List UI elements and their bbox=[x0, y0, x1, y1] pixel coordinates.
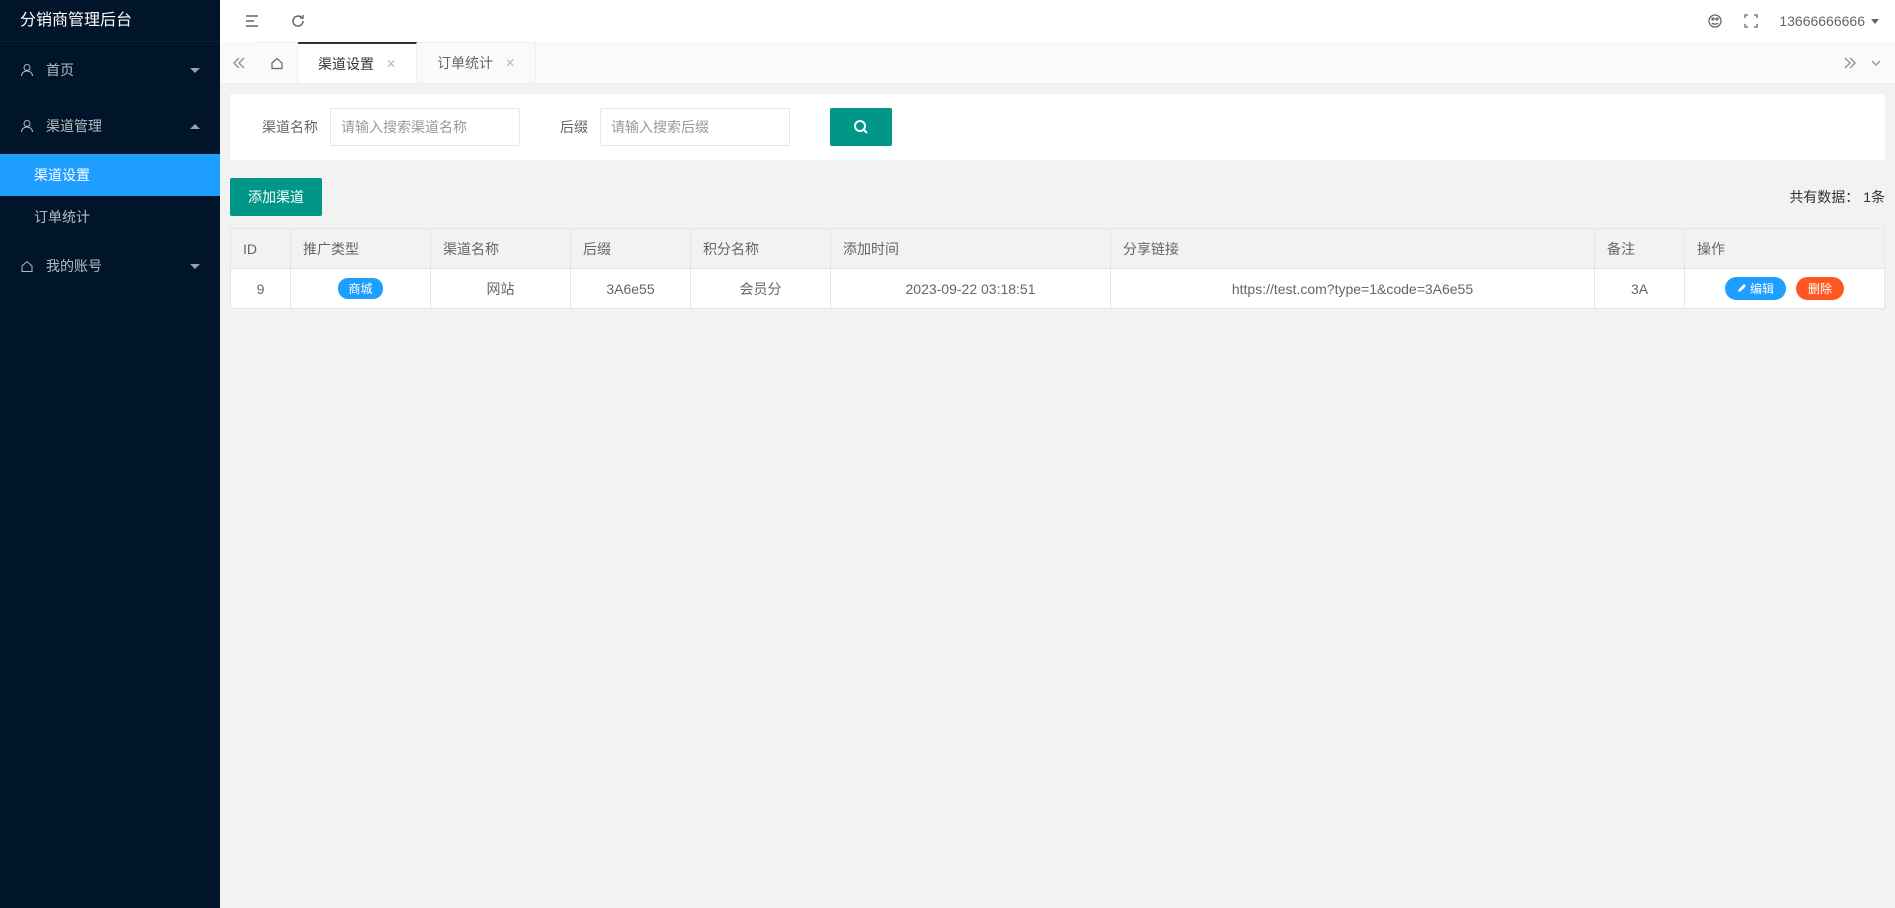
sidebar-item-label: 我的账号 bbox=[46, 256, 102, 276]
home-icon bbox=[20, 259, 34, 273]
data-count-value: 1条 bbox=[1863, 189, 1885, 205]
th-points-name: 积分名称 bbox=[691, 229, 831, 269]
tab-scroll-left-button[interactable] bbox=[230, 42, 248, 83]
cell-suffix: 3A6e55 bbox=[571, 269, 691, 309]
user-icon bbox=[20, 63, 34, 77]
cell-remark: 3A bbox=[1595, 269, 1685, 309]
data-table: ID 推广类型 渠道名称 后缀 积分名称 添加时间 分享链接 备注 操作 bbox=[230, 228, 1885, 309]
data-count-label: 共有数据： bbox=[1789, 189, 1859, 205]
delete-button[interactable]: 删除 bbox=[1796, 277, 1844, 300]
sidebar: 分销商管理后台 首页 渠道管理 渠道设置 订单统计 bbox=[0, 0, 220, 908]
chevron-up-icon bbox=[190, 124, 200, 129]
sidebar-item-label: 渠道管理 bbox=[46, 116, 102, 136]
tabs-bar: 渠道设置 ✕ 订单统计 ✕ bbox=[220, 42, 1895, 84]
tab-label: 渠道设置 bbox=[318, 54, 374, 74]
tab-close-button[interactable]: ✕ bbox=[386, 57, 396, 71]
cell-id: 9 bbox=[231, 269, 291, 309]
cell-add-time: 2023-09-22 03:18:51 bbox=[831, 269, 1111, 309]
tab-close-button[interactable]: ✕ bbox=[505, 56, 515, 70]
cell-points-name: 会员分 bbox=[691, 269, 831, 309]
collapse-sidebar-button[interactable] bbox=[236, 5, 268, 37]
sidebar-item-label: 订单统计 bbox=[34, 207, 90, 227]
tab-more-button[interactable] bbox=[1867, 42, 1885, 83]
toolbar: 添加渠道 共有数据： 1条 bbox=[230, 166, 1885, 228]
sidebar-item-order-stats[interactable]: 订单统计 bbox=[0, 196, 220, 238]
sidebar-item-my-account[interactable]: 我的账号 bbox=[0, 238, 220, 294]
table-row: 9 商城 网站 3A6e55 会员分 2023-09-22 03:18:51 h… bbox=[231, 269, 1885, 309]
search-panel: 渠道名称 后缀 bbox=[230, 94, 1885, 160]
th-id: ID bbox=[231, 229, 291, 269]
sidebar-item-label: 首页 bbox=[46, 60, 74, 80]
tab-channel-settings[interactable]: 渠道设置 ✕ bbox=[298, 42, 417, 83]
edit-button[interactable]: 编辑 bbox=[1725, 277, 1786, 300]
user-menu-button[interactable]: 13666666666 bbox=[1779, 13, 1879, 29]
cell-channel-name: 网站 bbox=[431, 269, 571, 309]
label-suffix: 后缀 bbox=[560, 117, 588, 137]
user-icon bbox=[20, 119, 34, 133]
tab-home[interactable] bbox=[256, 42, 298, 83]
cell-share-link: https://test.com?type=1&code=3A6e55 bbox=[1111, 269, 1595, 309]
chevron-down-icon bbox=[190, 264, 200, 269]
tab-label: 订单统计 bbox=[437, 53, 493, 73]
submenu-channel: 渠道设置 订单统计 bbox=[0, 154, 220, 238]
chevron-down-icon bbox=[190, 68, 200, 73]
cell-promo-type: 商城 bbox=[291, 269, 431, 309]
theme-button[interactable] bbox=[1707, 13, 1723, 29]
sidebar-item-label: 渠道设置 bbox=[34, 165, 90, 185]
tab-scroll-right-button[interactable] bbox=[1841, 42, 1859, 83]
th-promo-type: 推广类型 bbox=[291, 229, 431, 269]
th-remark: 备注 bbox=[1595, 229, 1685, 269]
fullscreen-button[interactable] bbox=[1743, 13, 1759, 29]
sidebar-item-home[interactable]: 首页 bbox=[0, 42, 220, 98]
add-channel-button[interactable]: 添加渠道 bbox=[230, 178, 322, 216]
search-button[interactable] bbox=[830, 108, 892, 146]
data-count: 共有数据： 1条 bbox=[1789, 187, 1885, 207]
pencil-icon bbox=[1737, 283, 1747, 293]
chevron-down-icon bbox=[1871, 19, 1879, 24]
home-icon bbox=[270, 56, 284, 70]
search-suffix-input[interactable] bbox=[600, 108, 790, 146]
user-phone: 13666666666 bbox=[1779, 13, 1865, 29]
th-action: 操作 bbox=[1685, 229, 1885, 269]
refresh-button[interactable] bbox=[282, 5, 314, 37]
th-suffix: 后缀 bbox=[571, 229, 691, 269]
sidebar-item-channel-mgmt[interactable]: 渠道管理 bbox=[0, 98, 220, 154]
tab-order-stats[interactable]: 订单统计 ✕ bbox=[417, 42, 536, 83]
sidebar-item-channel-settings[interactable]: 渠道设置 bbox=[0, 154, 220, 196]
th-channel-name: 渠道名称 bbox=[431, 229, 571, 269]
header: 13666666666 bbox=[220, 0, 1895, 42]
th-add-time: 添加时间 bbox=[831, 229, 1111, 269]
search-channel-name-input[interactable] bbox=[330, 108, 520, 146]
app-logo: 分销商管理后台 bbox=[0, 0, 220, 42]
search-icon bbox=[853, 119, 869, 135]
edit-label: 编辑 bbox=[1750, 280, 1774, 297]
th-share-link: 分享链接 bbox=[1111, 229, 1595, 269]
tag-promo-type: 商城 bbox=[338, 278, 382, 299]
cell-action: 编辑 删除 bbox=[1685, 269, 1885, 309]
label-channel-name: 渠道名称 bbox=[262, 117, 318, 137]
